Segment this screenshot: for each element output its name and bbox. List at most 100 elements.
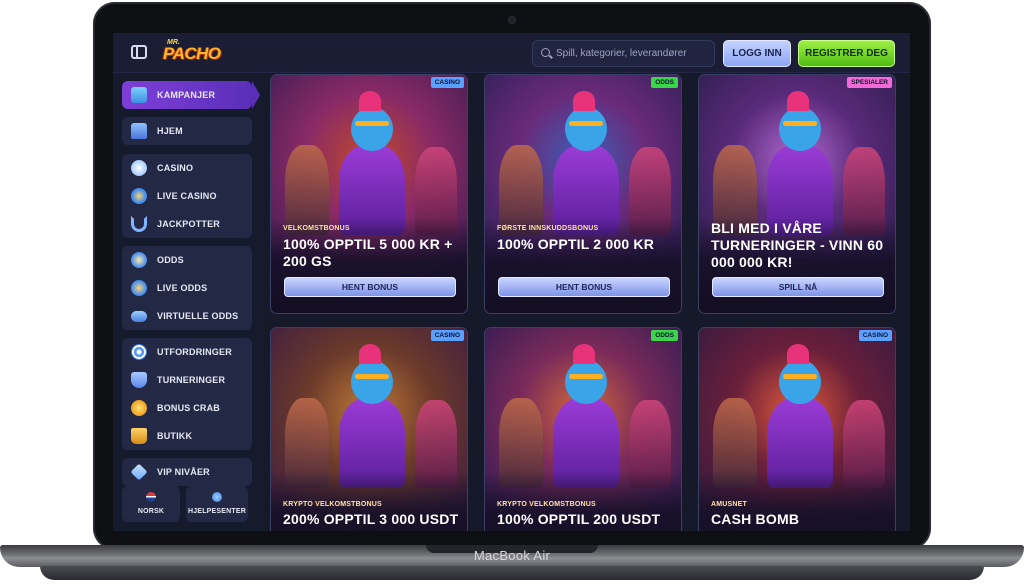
promo-card-title: CASH BOMB bbox=[711, 511, 800, 527]
sidebar-item-label: KAMPANJER bbox=[157, 90, 216, 100]
home-icon bbox=[131, 123, 147, 139]
sidebar-item-kampanjer[interactable]: KAMPANJER bbox=[122, 81, 260, 109]
promo-card[interactable]: CASINO VELKOMSTBONUS 100% OPPTIL 5 000 KR … bbox=[270, 74, 468, 314]
sidebar-item-label: UTFORDRINGER bbox=[157, 347, 232, 357]
language-label: NORSK bbox=[137, 508, 165, 515]
sidebar-item-live-odds[interactable]: LIVE ODDS bbox=[122, 274, 252, 302]
sidebar-item-utfordringer[interactable]: UTFORDRINGER bbox=[122, 338, 252, 366]
help-center-button[interactable]: HJELPESENTER bbox=[186, 486, 248, 522]
target-icon bbox=[131, 344, 147, 360]
promo-card-overlay bbox=[485, 218, 681, 313]
crab-icon bbox=[131, 400, 147, 416]
sidebar-group-promotions: KAMPANJER bbox=[122, 81, 260, 109]
mascot-head bbox=[565, 360, 607, 404]
mascot-glasses bbox=[355, 121, 389, 126]
mascot-head bbox=[779, 360, 821, 404]
category-badge: CASINO bbox=[430, 330, 464, 341]
category-badge: CASINO bbox=[430, 77, 464, 88]
mascot-hair bbox=[787, 91, 809, 111]
promo-card[interactable]: CASINO KRYPTO VELKOMSTBONUS 200% OPPTIL 3 … bbox=[270, 327, 468, 531]
basket-icon bbox=[131, 428, 147, 444]
promo-card-button[interactable]: HENT BONUS bbox=[498, 277, 670, 297]
promo-card-subtitle: KRYPTO VELKOMSTBONUS bbox=[497, 501, 596, 508]
promo-card-subtitle: KRYPTO VELKOMSTBONUS bbox=[283, 501, 382, 508]
promo-card[interactable]: ODDS FØRSTE INNSKUDDSBONUS 100% OPPTIL 2 0… bbox=[484, 74, 682, 314]
search-placeholder: Spill, kategorier, leverandører bbox=[556, 48, 687, 59]
sidebar-group-casino: CASINO LIVE CASINO JACKPOTTER bbox=[122, 154, 252, 238]
sidebar-item-bonus-crab[interactable]: BONUS CRAB bbox=[122, 394, 252, 422]
logo-main-text: PACHO bbox=[163, 44, 221, 63]
register-button[interactable]: REGISTRER DEG bbox=[798, 40, 895, 67]
category-badge: CASINO bbox=[858, 330, 892, 341]
help-center-label: HJELPESENTER bbox=[187, 508, 247, 515]
logo[interactable]: MR. PACHO bbox=[163, 39, 225, 67]
sidebar-item-label: HJEM bbox=[157, 126, 183, 136]
category-badge: SPESIALER bbox=[847, 77, 892, 88]
sidebar-item-label: CASINO bbox=[157, 163, 194, 173]
category-badge: ODDS bbox=[651, 330, 678, 341]
promo-card-title: 100% OPPTIL 5 000 KR + 200 GS bbox=[283, 236, 453, 269]
sidebar-item-label: JACKPOTTER bbox=[157, 219, 221, 229]
cards-icon bbox=[131, 160, 147, 176]
top-header: MR. PACHO Spill, kategorier, leverandøre… bbox=[113, 33, 910, 73]
promo-card-title: BLI MED I VÅRE TURNERINGER - VINN 60 000… bbox=[711, 220, 884, 270]
language-button[interactable]: NORSK bbox=[122, 486, 180, 522]
help-globe-icon bbox=[212, 492, 222, 502]
mascot-head bbox=[351, 360, 393, 404]
search-input[interactable]: Spill, kategorier, leverandører bbox=[532, 40, 715, 67]
norway-flag-icon bbox=[146, 492, 156, 502]
sidebar-item-label: VIP NIVÅER bbox=[157, 467, 210, 477]
device-label: MacBook Air bbox=[473, 548, 551, 563]
sidebar: KAMPANJER HJEM CASINO LIVE CASINO JACKPO… bbox=[113, 73, 262, 531]
search-icon bbox=[541, 48, 550, 57]
promo-card-subtitle: VELKOMSTBONUS bbox=[283, 225, 350, 232]
diamond-icon bbox=[130, 463, 148, 481]
category-badge: ODDS bbox=[651, 77, 678, 88]
mascot-hair bbox=[359, 91, 381, 111]
globe-icon bbox=[131, 188, 147, 204]
sidebar-group-challenges: UTFORDRINGER TURNERINGER BONUS CRAB BUTI… bbox=[122, 338, 252, 450]
sidebar-item-live-casino[interactable]: LIVE CASINO bbox=[122, 182, 252, 210]
mascot-head bbox=[351, 107, 393, 151]
sidebar-item-vip[interactable]: VIP NIVÅER bbox=[122, 458, 252, 486]
sidebar-group-home: HJEM bbox=[122, 117, 252, 145]
sidebar-item-virtuelle-odds[interactable]: VIRTUELLE ODDS bbox=[122, 302, 252, 330]
sidebar-item-odds[interactable]: ODDS bbox=[122, 246, 252, 274]
horseshoe-icon bbox=[131, 216, 147, 232]
sidebar-item-hjem[interactable]: HJEM bbox=[122, 117, 252, 145]
ball-icon bbox=[131, 252, 147, 268]
mascot-glasses bbox=[783, 121, 817, 126]
mascot-glasses bbox=[355, 374, 389, 379]
sidebar-item-label: TURNERINGER bbox=[157, 375, 226, 385]
sidebar-toggle-icon[interactable] bbox=[131, 45, 147, 59]
gamepad-icon bbox=[131, 311, 147, 322]
promo-card[interactable]: SPESIALER BLI MED I VÅRE TURNERINGER - VI… bbox=[698, 74, 896, 314]
sidebar-item-label: VIRTUELLE ODDS bbox=[157, 311, 239, 321]
promo-card-subtitle: AMUSNET bbox=[711, 501, 748, 508]
mascot-head bbox=[779, 107, 821, 151]
sidebar-item-butikk[interactable]: BUTIKK bbox=[122, 422, 252, 450]
sidebar-item-casino[interactable]: CASINO bbox=[122, 154, 252, 182]
mascot-head bbox=[565, 107, 607, 151]
promo-card[interactable]: CASINO AMUSNET CASH BOMB bbox=[698, 327, 896, 531]
sidebar-item-label: BUTIKK bbox=[157, 431, 193, 441]
sidebar-group-odds: ODDS LIVE ODDS VIRTUELLE ODDS bbox=[122, 246, 252, 330]
sidebar-item-label: ODDS bbox=[157, 255, 184, 265]
trophy-icon bbox=[131, 372, 147, 388]
promo-card-title: 100% OPPTIL 200 USDT bbox=[497, 511, 661, 527]
promo-card-button[interactable]: HENT BONUS bbox=[284, 277, 456, 297]
sidebar-item-label: LIVE CASINO bbox=[157, 191, 217, 201]
mascot-hair bbox=[787, 344, 809, 364]
screen: MR. PACHO Spill, kategorier, leverandøre… bbox=[113, 33, 910, 531]
live-ball-icon bbox=[131, 280, 147, 296]
sidebar-item-jackpotter[interactable]: JACKPOTTER bbox=[122, 210, 252, 238]
laptop-foot bbox=[40, 566, 984, 580]
promo-card-subtitle: FØRSTE INNSKUDDSBONUS bbox=[497, 225, 599, 232]
mascot-glasses bbox=[783, 374, 817, 379]
login-button[interactable]: LOGG INN bbox=[723, 40, 791, 67]
sidebar-item-turneringer[interactable]: TURNERINGER bbox=[122, 366, 252, 394]
mascot-hair bbox=[573, 91, 595, 111]
promo-card[interactable]: ODDS KRYPTO VELKOMSTBONUS 100% OPPTIL 200 … bbox=[484, 327, 682, 531]
promo-card-button[interactable]: SPILL NÅ bbox=[712, 277, 884, 297]
mascot-glasses bbox=[569, 374, 603, 379]
